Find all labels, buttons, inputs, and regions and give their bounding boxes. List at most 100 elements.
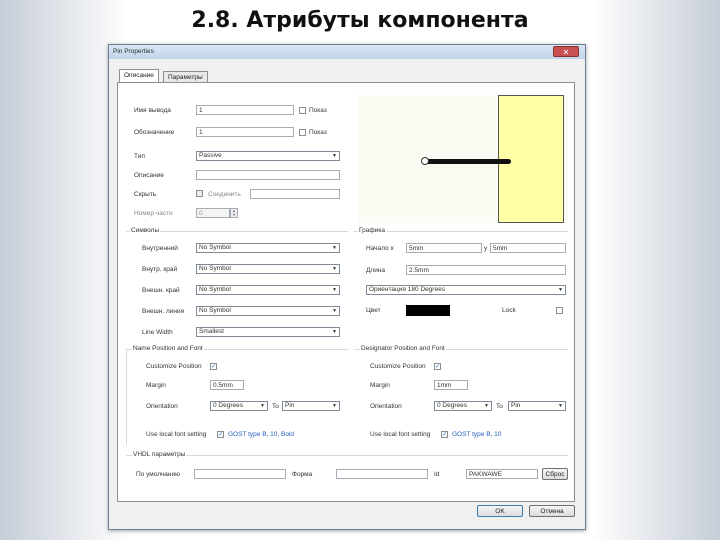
length-label: Длина — [366, 267, 386, 274]
vhdl-reset-button[interactable]: Сброс — [542, 468, 568, 480]
designator-orientation-label: Orientation — [370, 403, 402, 410]
designator-font-group-title: Designator Position and Font — [360, 345, 446, 352]
description-input[interactable] — [196, 170, 340, 180]
line-width-label: Line Width — [142, 329, 173, 336]
part-number-input[interactable]: 0 — [196, 208, 230, 218]
location-y-input[interactable]: 5mm — [490, 243, 566, 253]
hide-label: Скрыть — [134, 191, 157, 198]
orientation-select[interactable]: Ориентация 180 Degrees ▼ — [366, 285, 566, 295]
inside-symbol-select[interactable]: No Symbol ▼ — [196, 243, 340, 253]
color-swatch[interactable] — [406, 305, 450, 316]
designator-margin-label: Margin — [370, 382, 390, 389]
connect-label: Соединить — [208, 191, 241, 198]
designator-to-select[interactable]: Pin ▼ — [508, 401, 566, 411]
vhdl-form-label: Форма — [292, 471, 313, 478]
name-customize-checkbox[interactable]: ✓ — [210, 363, 217, 370]
designator-font-label: Use local font setting — [370, 431, 431, 438]
chevron-down-icon: ▼ — [332, 287, 337, 293]
name-margin-label: Margin — [146, 382, 166, 389]
color-label: Цвет — [366, 307, 381, 314]
designator-font-checkbox[interactable]: ✓ — [441, 431, 448, 438]
chevron-down-icon: ▼ — [332, 403, 337, 409]
designator-margin-input[interactable]: 1mm — [434, 380, 468, 390]
outside-symbol-select[interactable]: No Symbol ▼ — [196, 306, 340, 316]
dialog-titlebar[interactable]: Pin Properties ✕ — [109, 45, 585, 59]
pin-preview — [358, 95, 568, 223]
vhdl-default-label: По умолчанию — [136, 471, 180, 478]
name-font-link[interactable]: GOST type B, 10, Bold — [228, 431, 294, 438]
display-name-show-checkbox[interactable] — [299, 107, 306, 114]
name-margin-input[interactable]: 0.5mm — [210, 380, 244, 390]
inside-edge-select[interactable]: No Symbol ▼ — [196, 264, 340, 274]
chevron-down-icon: ▼ — [558, 403, 563, 409]
orientation-label: Ориентация — [369, 286, 406, 293]
line-width-value: Smallest — [199, 328, 224, 335]
designator-customize-checkbox[interactable]: ✓ — [434, 363, 441, 370]
vhdl-group-border — [126, 455, 568, 456]
lock-label: Lock — [502, 307, 516, 314]
description-label: Описание — [134, 172, 164, 179]
outside-symbol-label: Внешн. линия — [142, 308, 185, 315]
connect-input[interactable] — [250, 189, 340, 199]
pin-properties-dialog: Pin Properties ✕ Описание Параметры Имя … — [108, 44, 586, 530]
display-name-label: Имя вывода — [134, 107, 171, 114]
designator-orientation-select[interactable]: 0 Degrees ▼ — [434, 401, 492, 411]
pin-line-preview — [423, 159, 511, 164]
designator-label: Обозначение — [134, 129, 175, 136]
cancel-button[interactable]: Отмена — [529, 505, 575, 517]
name-customize-label: Customize Position — [146, 363, 202, 370]
chevron-down-icon: ▼ — [332, 329, 337, 335]
line-width-select[interactable]: Smallest ▼ — [196, 327, 340, 337]
name-font-label: Use local font setting — [146, 431, 207, 438]
inside-edge-value: No Symbol — [199, 265, 231, 272]
designator-to-label: To — [496, 403, 503, 410]
designator-to-value: Pin — [511, 402, 521, 409]
designator-font-link[interactable]: GOST type B, 10 — [452, 431, 501, 438]
name-to-label: To — [272, 403, 279, 410]
graphics-group-title: Графика — [358, 227, 386, 234]
chevron-down-icon: ▼ — [260, 403, 265, 409]
vhdl-default-input[interactable] — [194, 469, 286, 479]
name-font-checkbox[interactable]: ✓ — [217, 431, 224, 438]
name-to-select[interactable]: Pin ▼ — [282, 401, 340, 411]
chevron-down-icon: ▼ — [332, 266, 337, 272]
outside-edge-label: Внешн. край — [142, 287, 180, 294]
symbols-group-title: Символы — [130, 227, 161, 234]
type-select-value: Passive — [199, 152, 222, 159]
part-number-spinner[interactable]: ▲ ▼ — [230, 208, 238, 218]
name-orientation-label: Orientation — [146, 403, 178, 410]
location-y-label: y — [484, 245, 488, 252]
chevron-down-icon: ▼ — [484, 403, 489, 409]
lock-checkbox[interactable] — [556, 307, 563, 314]
close-button[interactable]: ✕ — [553, 46, 579, 57]
length-input[interactable]: 2.5mm — [406, 265, 566, 275]
designator-show-checkbox[interactable] — [299, 129, 306, 136]
type-select[interactable]: Passive ▼ — [196, 151, 340, 161]
dialog-title: Pin Properties — [113, 48, 154, 55]
location-x-input[interactable]: 5mm — [406, 243, 482, 253]
vhdl-id-label: Id — [434, 471, 440, 478]
chevron-down-icon: ▼ — [332, 245, 337, 251]
outside-edge-select[interactable]: No Symbol ▼ — [196, 285, 340, 295]
chevron-down-icon: ▼ — [332, 153, 337, 159]
designator-input[interactable]: 1 — [196, 127, 294, 137]
inside-edge-label: Внутр. край — [142, 266, 178, 273]
name-orientation-value: 0 Degrees — [213, 402, 243, 409]
graphics-group-border — [354, 231, 568, 232]
hide-checkbox[interactable] — [196, 190, 203, 197]
name-font-group-title: Name Position and Font — [132, 345, 204, 352]
part-number-label: Номер части — [134, 210, 173, 217]
type-label: Тип — [134, 153, 145, 160]
name-orientation-select[interactable]: 0 Degrees ▼ — [210, 401, 268, 411]
vhdl-id-input[interactable]: PAKWAWE — [466, 469, 538, 479]
display-name-input[interactable]: 1 — [196, 105, 294, 115]
vhdl-group-title: VHDL параметры — [132, 451, 187, 458]
ok-button[interactable]: OK — [477, 505, 523, 517]
designator-customize-label: Customize Position — [370, 363, 426, 370]
vhdl-form-input[interactable] — [336, 469, 428, 479]
orientation-value: 180 Degrees — [407, 286, 445, 293]
pin-hotspot-preview — [421, 157, 429, 165]
location-x-label: Начало x — [366, 245, 394, 252]
inside-symbol-value: No Symbol — [199, 244, 231, 251]
outside-edge-value: No Symbol — [199, 286, 231, 293]
